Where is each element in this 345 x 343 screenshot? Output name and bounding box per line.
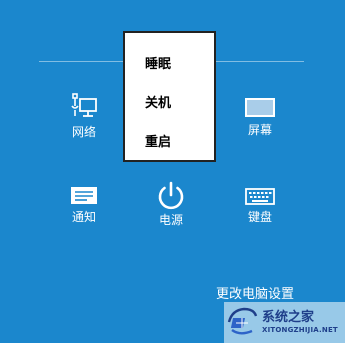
watermark-site-url: XITONGZHIJIA.NET: [262, 326, 338, 334]
keyboard-tile[interactable]: 键盘: [229, 187, 291, 224]
network-label: 网络: [71, 125, 96, 139]
power-tile[interactable]: 电源: [140, 180, 202, 227]
watermark: 系统之家 XITONGZHIJIA.NET: [224, 302, 345, 343]
change-pc-settings-link[interactable]: 更改电脑设置: [216, 283, 294, 302]
power-menu: 睡眠 关机 重启: [123, 31, 216, 162]
network-icon: [71, 93, 97, 117]
screen-tile[interactable]: 屏幕: [229, 96, 291, 137]
menu-item-restart[interactable]: 重启: [145, 131, 171, 150]
site-logo-icon: [227, 307, 258, 335]
notifications-icon: [71, 187, 97, 204]
network-tile[interactable]: 网络: [53, 92, 115, 139]
power-label: 电源: [158, 213, 183, 227]
screen-icon: [245, 98, 275, 117]
menu-item-shutdown[interactable]: 关机: [145, 92, 171, 111]
notifications-tile[interactable]: 通知: [53, 185, 115, 224]
watermark-site-name: 系统之家: [262, 310, 315, 325]
keyboard-label: 键盘: [247, 210, 272, 224]
notifications-label: 通知: [71, 210, 96, 224]
power-icon: [158, 181, 184, 210]
menu-item-sleep[interactable]: 睡眠: [145, 53, 171, 72]
keyboard-icon: [245, 188, 275, 205]
screen-label: 屏幕: [247, 123, 272, 137]
